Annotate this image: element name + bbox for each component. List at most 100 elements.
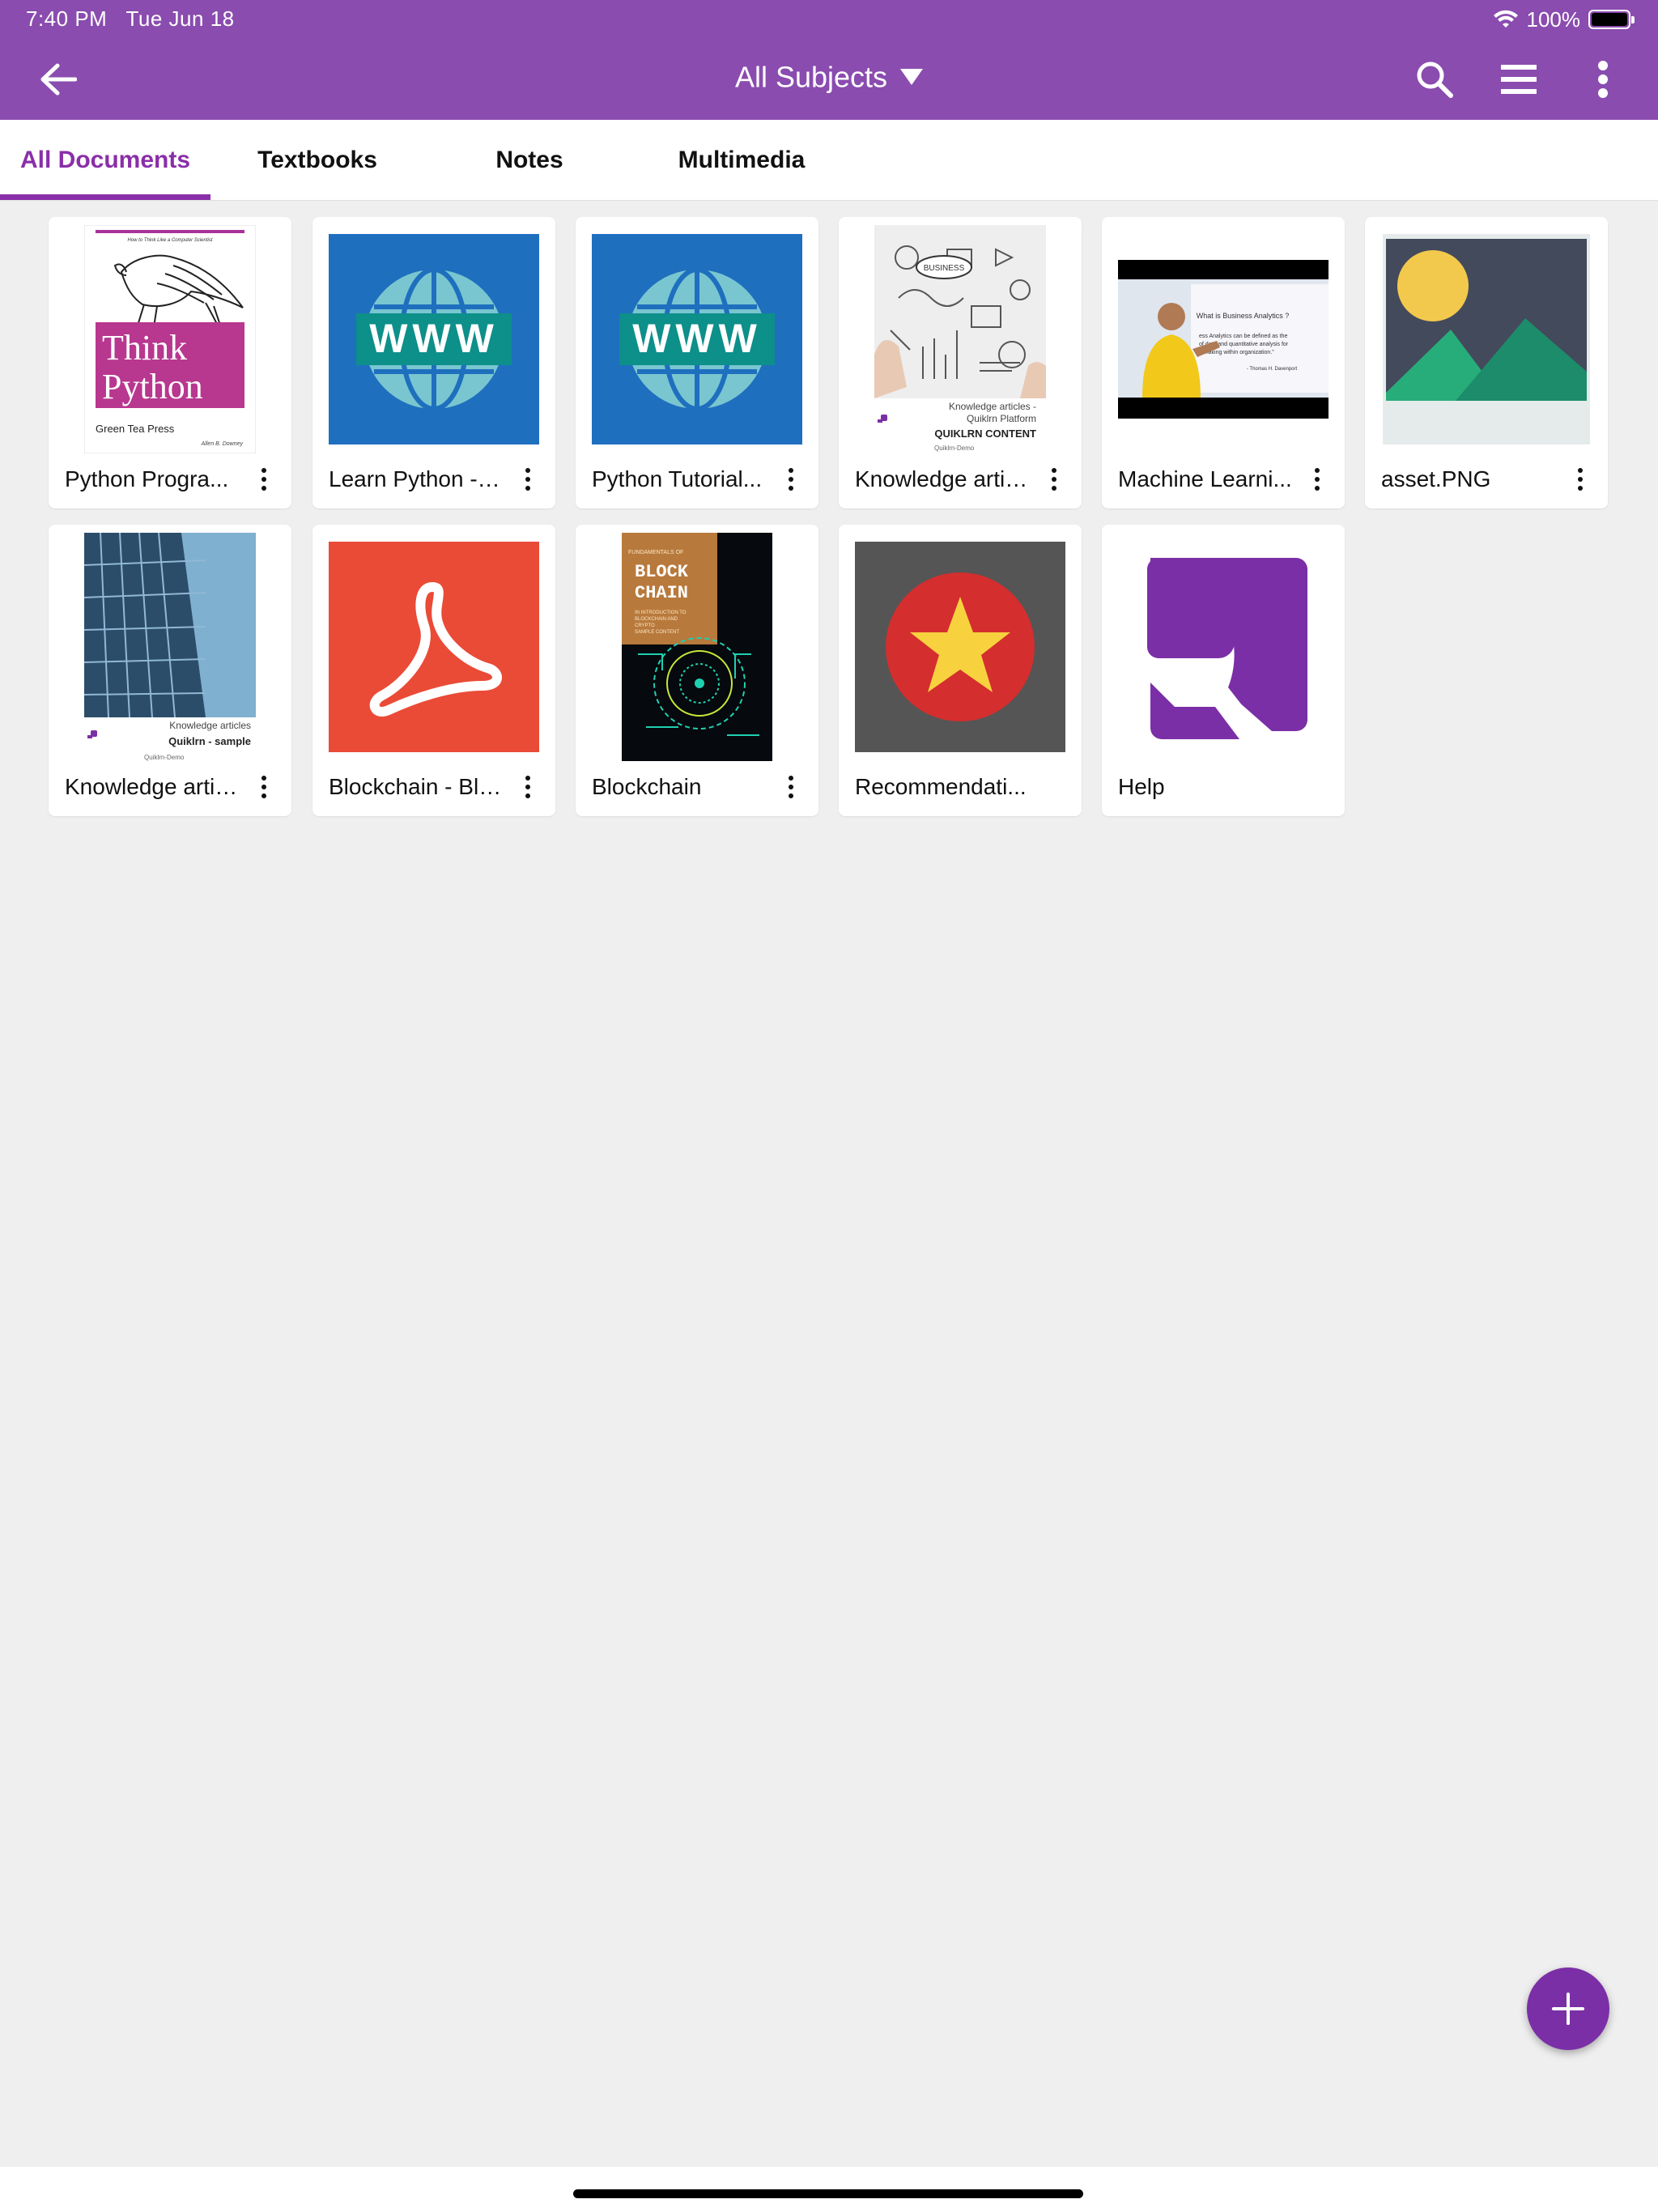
- book-cover-image: How to Think Like a Computer Scientist T…: [84, 225, 256, 453]
- tab-all-documents[interactable]: All Documents: [0, 120, 210, 201]
- help-logo: [1147, 558, 1307, 739]
- document-card[interactable]: BUSINESS Knowledge articles - Quiklrn Pl…: [839, 217, 1082, 508]
- www-globe-icon: WWW: [592, 225, 802, 453]
- more-vertical-icon[interactable]: [517, 465, 539, 494]
- battery-percent: 100%: [1526, 6, 1581, 32]
- hamburger-icon: [1501, 65, 1537, 94]
- pdf-icon: [329, 533, 539, 761]
- video-thumbnail: What is Business Analytics ? ess Analyti…: [1118, 260, 1329, 419]
- search-icon: [1417, 62, 1453, 98]
- cover-text: FUNDAMENTALS OF: [628, 550, 683, 555]
- star-badge-icon: [855, 533, 1065, 761]
- home-indicator[interactable]: [573, 2189, 1083, 2198]
- article-caption: Quiklrn-Demo: [144, 754, 185, 761]
- caret-down-icon: [900, 69, 924, 86]
- add-document-button[interactable]: [1527, 1967, 1609, 2050]
- cover-publisher: Green Tea Press: [96, 423, 175, 435]
- article-cover: Knowledge articles Quiklrn - sample Quik…: [84, 533, 256, 761]
- tab-bar: All Documents Textbooks Notes Multimedia: [0, 120, 1658, 201]
- article-caption: Knowledge articles -: [949, 401, 1036, 412]
- document-title: Knowledge artic...: [855, 466, 1031, 491]
- document-title: Python Progra...: [65, 466, 229, 491]
- article-caption: QUIKLRN CONTENT: [934, 428, 1036, 440]
- tab-textbooks[interactable]: Textbooks: [212, 120, 423, 201]
- list-view-button[interactable]: [1493, 53, 1545, 105]
- image-placeholder-icon: [1381, 225, 1592, 453]
- article-caption: Quiklrn-Demo: [934, 445, 975, 452]
- www-globe-icon: WWW: [329, 225, 539, 453]
- document-card[interactable]: WWW Python Tutorial...: [576, 217, 818, 508]
- wifi-icon: [1493, 10, 1518, 28]
- star-badge-image: [855, 542, 1065, 752]
- document-card[interactable]: How to Think Like a Computer Scientist T…: [49, 217, 291, 508]
- blockchain-cover: FUNDAMENTALS OF BLOCK CHAIN IN INTRODUCT…: [592, 533, 802, 761]
- slide-heading: What is Business Analytics ?: [1197, 312, 1290, 320]
- document-title: Python Tutorial...: [592, 466, 763, 491]
- cover-tagline: How to Think Like a Computer Scientist: [127, 238, 212, 243]
- document-title: asset.PNG: [1381, 466, 1491, 491]
- cover-title-line2: Python: [102, 367, 203, 406]
- book-cover-image: FUNDAMENTALS OF BLOCK CHAIN IN INTRODUCT…: [622, 533, 772, 761]
- tab-label: Multimedia: [678, 147, 806, 173]
- page-title: All Subjects: [734, 60, 888, 94]
- more-vertical-icon[interactable]: [253, 772, 275, 802]
- business-sketch-image: BUSINESS Knowledge articles - Quiklrn Pl…: [855, 225, 1065, 453]
- document-card[interactable]: What is Business Analytics ? ess Analyti…: [1102, 217, 1345, 508]
- cover-text: BLOCKCHAIN AND: [635, 617, 678, 622]
- document-title: Machine Learni...: [1118, 466, 1292, 491]
- www-text: WWW: [632, 316, 762, 361]
- document-card[interactable]: asset.PNG: [1365, 217, 1608, 508]
- document-card[interactable]: Knowledge articles Quiklrn - sample Quik…: [49, 525, 291, 816]
- document-title: Recommendati...: [855, 774, 1027, 799]
- active-tab-indicator: [0, 194, 210, 200]
- globe-image: WWW: [329, 234, 539, 445]
- more-vertical-icon[interactable]: [1569, 465, 1592, 494]
- cover-title-line1: Think: [102, 328, 187, 368]
- tab-multimedia[interactable]: Multimedia: [636, 120, 847, 201]
- document-card[interactable]: Blockchain - Blu...: [312, 525, 555, 816]
- video-lecture-frame: What is Business Analytics ? ess Analyti…: [1118, 225, 1329, 453]
- cover-text: SAMPLE CONTENT: [635, 630, 679, 635]
- tab-notes[interactable]: Notes: [424, 120, 635, 201]
- sketch-bubble-text: BUSINESS: [924, 264, 965, 273]
- more-vertical-icon[interactable]: [1043, 465, 1065, 494]
- more-vertical-icon[interactable]: [780, 772, 802, 802]
- plus-icon: [1552, 1993, 1584, 2025]
- overflow-menu-button[interactable]: [1577, 53, 1629, 105]
- status-time: 7:40 PM Tue Jun 18: [26, 6, 235, 31]
- quiklrn-logo-icon: [1118, 533, 1329, 761]
- building-photo: Knowledge articles Quiklrn - sample Quik…: [65, 533, 275, 761]
- more-vertical-icon[interactable]: [517, 772, 539, 802]
- cover-title-line1: BLOCK: [635, 562, 689, 582]
- document-card[interactable]: WWW Learn Python - F...: [312, 217, 555, 508]
- article-caption: Knowledge articles: [169, 720, 251, 731]
- search-button[interactable]: [1409, 53, 1460, 105]
- document-card[interactable]: Help: [1102, 525, 1345, 816]
- acrobat-logo: [329, 542, 539, 752]
- status-indicators: 100%: [1493, 6, 1635, 32]
- document-title: Knowledge artic...: [65, 774, 241, 799]
- www-text: WWW: [369, 316, 499, 361]
- cover-title-line2: CHAIN: [635, 583, 688, 603]
- app-bar: 7:40 PM Tue Jun 18 100% All Subjects: [0, 0, 1658, 120]
- article-caption: Quiklrn Platform: [967, 413, 1036, 424]
- cover-text: IN INTRODUCTION TO: [635, 610, 687, 615]
- document-title: Blockchain - Blu...: [329, 774, 505, 799]
- slide-text: ess Analytics can be defined as the: [1199, 334, 1287, 339]
- more-vertical-icon: [1598, 61, 1608, 98]
- more-vertical-icon[interactable]: [1306, 465, 1329, 494]
- tab-label: All Documents: [19, 147, 191, 173]
- battery-icon: [1588, 10, 1635, 29]
- tab-label: Textbooks: [257, 147, 377, 173]
- globe-image: WWW: [592, 234, 802, 445]
- slide-text: - Thomas H. Davenport: [1247, 367, 1298, 372]
- more-vertical-icon[interactable]: [780, 465, 802, 494]
- cover-author: Allen B. Downey: [201, 441, 244, 447]
- document-card[interactable]: Recommendati...: [839, 525, 1082, 816]
- more-vertical-icon[interactable]: [253, 465, 275, 494]
- landscape-image: [1383, 234, 1590, 445]
- article-caption: Quiklrn - sample: [168, 735, 251, 747]
- tab-label: Notes: [495, 147, 563, 173]
- article-cover: BUSINESS Knowledge articles - Quiklrn Pl…: [874, 225, 1046, 453]
- document-card[interactable]: FUNDAMENTALS OF BLOCK CHAIN IN INTRODUCT…: [576, 525, 818, 816]
